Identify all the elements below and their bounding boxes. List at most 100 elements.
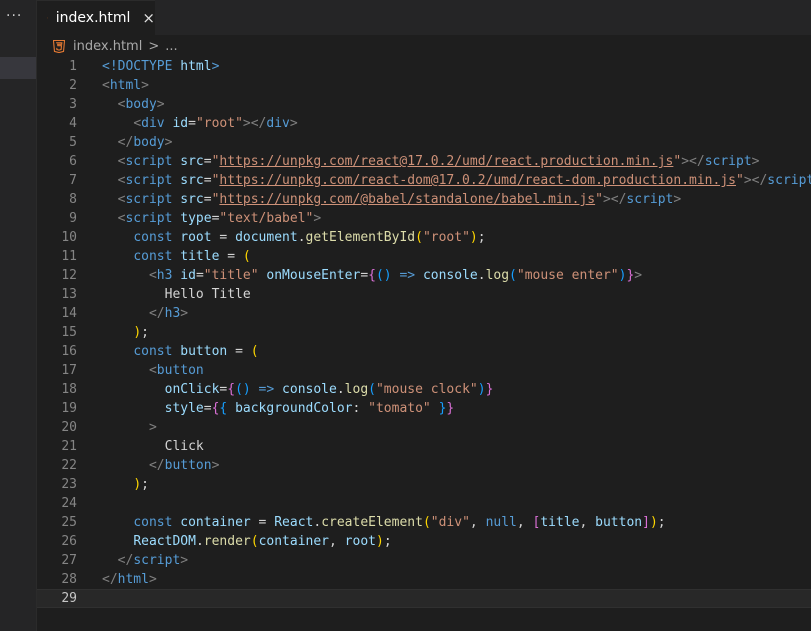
code-line[interactable]: 1 <!DOCTYPE html>	[37, 57, 811, 76]
code-token: src	[180, 192, 204, 207]
code-line[interactable]: 11 const title = (	[37, 247, 811, 266]
code-token: .	[477, 268, 486, 283]
code-token: </	[117, 553, 134, 568]
code-token: >	[156, 97, 165, 112]
line-number: 8	[69, 192, 77, 207]
code-token: "mouse clock"	[375, 382, 478, 397]
code-line[interactable]: 22 </button>	[37, 456, 811, 475]
code-token: <	[102, 78, 110, 93]
code-token: "tomato"	[368, 401, 431, 416]
breadcrumb-more[interactable]: ...	[165, 39, 177, 54]
code-line[interactable]: 25 const container = React.createElement…	[37, 513, 811, 532]
code-line[interactable]: 5 </body>	[37, 133, 811, 152]
code-token: script	[767, 173, 811, 188]
code-token: }	[430, 401, 447, 416]
code-line[interactable]: 4 <div id="root"></div>	[37, 114, 811, 133]
line-number: 6	[69, 154, 77, 169]
line-number: 28	[61, 572, 77, 587]
code-line[interactable]: 29	[37, 589, 811, 608]
chevron-right-icon: >	[148, 38, 160, 54]
sidebar-active-row[interactable]	[0, 57, 36, 79]
code-token: html	[180, 59, 212, 74]
code-text: </script>	[102, 551, 188, 570]
code-token: (	[250, 534, 259, 549]
code-line[interactable]: 16 const button = (	[37, 342, 811, 361]
code-token: ,	[329, 534, 345, 549]
code-line[interactable]: 24	[37, 494, 811, 513]
code-line[interactable]: 8 <script src="https://unpkg.com/@babel/…	[37, 190, 811, 209]
code-text: <script type="text/babel">	[102, 209, 322, 228]
code-line[interactable]: 18 onClick={() => console.log("mouse clo…	[37, 380, 811, 399]
code-line[interactable]: 20 >	[37, 418, 811, 437]
code-line[interactable]: 7 <script src="https://unpkg.com/react-d…	[37, 171, 811, 190]
code-token: =	[203, 154, 212, 169]
code-line[interactable]: 2 <html>	[37, 76, 811, 95]
code-token: "title"	[203, 268, 267, 283]
code-token: <	[133, 116, 142, 131]
tab-index-html[interactable]: index.html ×	[37, 0, 155, 35]
breadcrumb-file[interactable]: index.html	[73, 39, 142, 54]
code-line[interactable]: 12 <h3 id="title" onMouseEnter={() => co…	[37, 266, 811, 285]
code-token: >	[141, 78, 149, 93]
code-token: </	[102, 572, 118, 587]
code-token: body	[133, 135, 165, 150]
code-token: https://unpkg.com/@babel/standalone/babe…	[219, 192, 596, 207]
code-token: const	[133, 344, 181, 359]
code-line[interactable]: 23 );	[37, 475, 811, 494]
code-text: const title = (	[102, 247, 250, 266]
code-token: const	[133, 515, 181, 530]
code-token: script	[125, 173, 181, 188]
code-line[interactable]: 10 const root = document.getElementById(…	[37, 228, 811, 247]
line-number: 15	[61, 325, 77, 340]
code-text: </button>	[102, 456, 219, 475]
code-token: button	[595, 515, 643, 530]
code-text: Hello Title	[102, 285, 251, 304]
code-token: "root"	[422, 230, 470, 245]
code-token: Click	[102, 439, 204, 454]
code-token: .	[336, 382, 345, 397]
line-number: 29	[61, 591, 77, 606]
code-token: </	[148, 306, 165, 321]
code-line[interactable]: 15 );	[37, 323, 811, 342]
code-token: ]	[642, 515, 650, 530]
tab-label: index.html	[55, 10, 131, 26]
line-number: 13	[61, 287, 77, 302]
code-token: </	[148, 458, 165, 473]
line-number: 21	[61, 439, 77, 454]
code-token: h3	[156, 268, 181, 283]
code-line[interactable]: 26 ReactDOM.render(container, root);	[37, 532, 811, 551]
code-text: >	[102, 418, 157, 437]
code-token: ></	[681, 154, 705, 169]
code-token: >	[148, 420, 157, 435]
close-icon[interactable]: ×	[142, 9, 155, 27]
code-line[interactable]: 17 <button	[37, 361, 811, 380]
line-number: 19	[61, 401, 77, 416]
code-token: )	[133, 325, 142, 340]
code-text: <script src="https://unpkg.com/@babel/st…	[102, 190, 682, 209]
code-line[interactable]: 21 Click	[37, 437, 811, 456]
code-text: <script src="https://unpkg.com/react@17.…	[102, 152, 760, 171]
code-text: const root = document.getElementById("ro…	[102, 228, 485, 247]
code-line[interactable]: 9 <script type="text/babel">	[37, 209, 811, 228]
code-line[interactable]: 14 </h3>	[37, 304, 811, 323]
code-line[interactable]: 3 <body>	[37, 95, 811, 114]
code-token: =	[203, 173, 212, 188]
code-editor[interactable]: 1 <!DOCTYPE html> 2 <html> 3 <body> 4 <div id…	[37, 57, 811, 631]
code-token: html	[117, 572, 149, 587]
code-token: script	[125, 154, 181, 169]
more-actions-icon[interactable]: ···	[6, 8, 22, 24]
code-line[interactable]: 6 <script src="https://unpkg.com/react@1…	[37, 152, 811, 171]
code-line[interactable]: 13 Hello Title	[37, 285, 811, 304]
code-text: <script src="https://unpkg.com/react-dom…	[102, 171, 811, 190]
code-line[interactable]: 28 </html>	[37, 570, 811, 589]
code-token: )	[133, 477, 142, 492]
code-line[interactable]: 19 style={{ backgroundColor: "tomato" }}	[37, 399, 811, 418]
code-line[interactable]: 27 </script>	[37, 551, 811, 570]
